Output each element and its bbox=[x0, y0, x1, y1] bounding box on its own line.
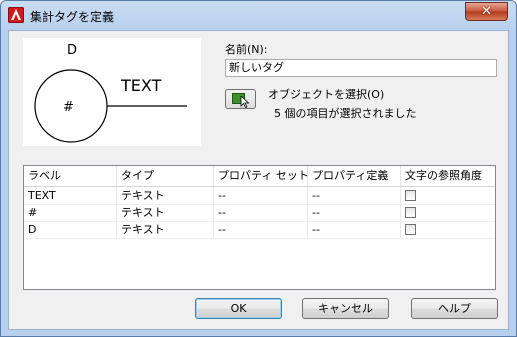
cell-property-definition[interactable]: -- bbox=[308, 187, 401, 204]
select-objects-button[interactable] bbox=[225, 89, 256, 109]
cursor-arrow-icon bbox=[240, 96, 250, 108]
table-header: ラベル タイプ プロパティ セット プロパティ定義 文字の参照角度 bbox=[24, 166, 495, 187]
tag-data-table: ラベル タイプ プロパティ セット プロパティ定義 文字の参照角度 TEXT テ… bbox=[23, 165, 496, 290]
table-row[interactable]: # テキスト -- -- bbox=[24, 204, 495, 222]
select-objects-label: オブジェクトを選択(O) bbox=[268, 88, 385, 101]
help-button[interactable]: ヘルプ bbox=[411, 298, 498, 319]
column-header-property-set[interactable]: プロパティ セット bbox=[214, 166, 309, 186]
text-angle-checkbox[interactable] bbox=[405, 207, 416, 218]
dialog-body: D # TEXT 名前(N): 新しいタグ オブジェクトを選択(O) 5 個の項… bbox=[8, 30, 509, 330]
column-header-type[interactable]: タイプ bbox=[117, 166, 214, 186]
cell-property-definition[interactable]: -- bbox=[308, 204, 401, 221]
cell-property-set[interactable]: -- bbox=[214, 204, 308, 221]
cell-text-angle bbox=[401, 187, 495, 204]
cell-label: TEXT bbox=[24, 187, 117, 204]
close-button[interactable]: ✕ bbox=[465, 2, 508, 21]
cell-text-angle bbox=[401, 204, 495, 221]
text-angle-checkbox[interactable] bbox=[405, 224, 416, 235]
cell-label: # bbox=[24, 204, 117, 221]
cell-label: D bbox=[24, 221, 117, 238]
column-header-label[interactable]: ラベル bbox=[24, 166, 117, 186]
cell-text-angle bbox=[401, 221, 495, 238]
table-row[interactable]: TEXT テキスト -- -- bbox=[24, 187, 495, 205]
dialog-window: 集計タグを定義 ✕ D # TEXT 名前(N): 新しいタグ オブジェクトを選… bbox=[0, 0, 517, 337]
preview-center-label: # bbox=[63, 100, 74, 115]
text-angle-checkbox[interactable] bbox=[405, 190, 416, 201]
preview-top-label: D bbox=[67, 43, 77, 58]
title-bar[interactable]: 集計タグを定義 ✕ bbox=[1, 1, 516, 31]
window-title: 集計タグを定義 bbox=[30, 10, 115, 24]
autocad-app-icon bbox=[8, 7, 24, 23]
tag-preview: D # TEXT bbox=[23, 38, 201, 146]
name-label: 名前(N): bbox=[225, 43, 268, 56]
preview-side-label: TEXT bbox=[120, 76, 162, 95]
ok-button[interactable]: OK bbox=[195, 298, 282, 319]
cell-property-definition[interactable]: -- bbox=[308, 221, 401, 238]
name-input[interactable]: 新しいタグ bbox=[225, 59, 497, 77]
selection-status-text: 5 個の項目が選択されました bbox=[274, 107, 417, 120]
cancel-button[interactable]: キャンセル bbox=[302, 298, 389, 319]
column-header-text-angle[interactable]: 文字の参照角度 bbox=[401, 166, 495, 186]
table-row[interactable]: D テキスト -- -- bbox=[24, 221, 495, 239]
cell-property-set[interactable]: -- bbox=[214, 221, 308, 238]
close-icon: ✕ bbox=[481, 4, 492, 19]
column-header-property-definition[interactable]: プロパティ定義 bbox=[308, 166, 401, 186]
cell-property-set[interactable]: -- bbox=[214, 187, 308, 204]
cell-type[interactable]: テキスト bbox=[117, 187, 214, 204]
tag-preview-drawing: D # TEXT bbox=[34, 43, 187, 143]
cell-type[interactable]: テキスト bbox=[117, 221, 214, 238]
cell-type[interactable]: テキスト bbox=[117, 204, 214, 221]
